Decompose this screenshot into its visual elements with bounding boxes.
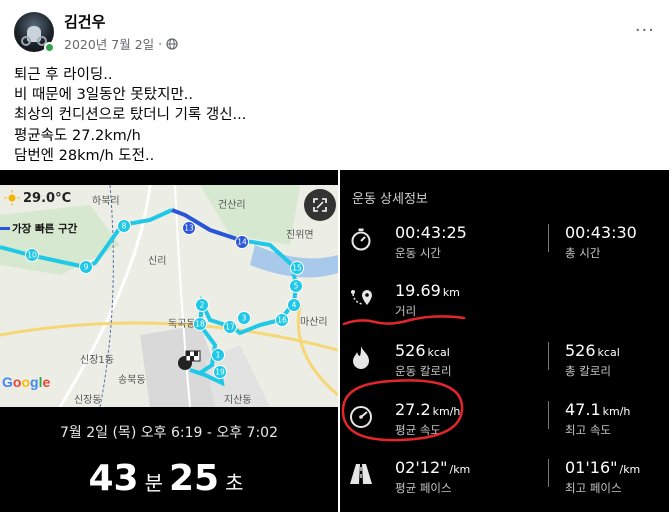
speedometer-icon — [350, 406, 372, 428]
svg-text:하북리: 하북리 — [92, 194, 120, 207]
waypoint-number: 8 — [122, 222, 127, 231]
road-icon — [350, 464, 372, 484]
stopwatch-icon — [351, 228, 371, 251]
fastest-segment-text: 가장 빠른 구간 — [12, 223, 78, 235]
author-name[interactable]: 김건우 — [64, 11, 105, 32]
max-speed-value: 47.1 km/h — [565, 400, 631, 419]
divider — [548, 342, 549, 370]
flame-icon — [353, 346, 369, 369]
map-screenshot[interactable]: 하북리 건산리 진위면 신리 마산리 독곡동 신장1동 송북동 지산동 신장동 … — [0, 170, 338, 512]
total-calories-value: 526 kcal — [565, 341, 620, 360]
divider — [548, 459, 549, 487]
max-speed-label: 최고 속도 — [565, 423, 611, 437]
public-globe-icon — [166, 37, 178, 50]
post-header: 김건우 2020년 7월 2일 · ··· — [0, 0, 669, 58]
detail-row-distance: 19.69 km 거리 — [340, 278, 669, 328]
google-logo: Google — [2, 374, 51, 390]
svg-text:신장1동: 신장1동 — [80, 354, 114, 366]
post-line: 평균속도 27.2km/h — [14, 127, 141, 144]
expand-icon — [313, 198, 327, 212]
avg-speed-label: 평균 속도 — [395, 423, 441, 437]
waypoint-number: 4 — [292, 301, 297, 310]
svg-text:건산리: 건산리 — [218, 199, 246, 211]
detail-row-speed: 27.2 km/h 평균 속도 47.1 km/h 최고 속도 — [340, 397, 669, 447]
post-line: 비 때문에 3일동안 못탔지만.. — [14, 87, 194, 104]
avg-speed-value: 27.2 km/h — [395, 400, 461, 419]
fastest-segment-label: 가장 빠른 구간 — [0, 221, 77, 236]
svg-text:마산리: 마산리 — [300, 316, 328, 328]
workout-time-label: 운동 시간 — [395, 246, 441, 260]
waypoint-number: 14 — [237, 238, 247, 247]
weather-sun-icon — [4, 190, 20, 206]
waypoint-number: 18 — [195, 320, 205, 329]
detail-row-calories: 526 kcal 운동 칼로리 526 kcal 총 칼로리 — [340, 338, 669, 388]
divider — [548, 224, 549, 252]
best-pace-value: 01'16"/km — [565, 458, 641, 477]
distance-label: 거리 — [395, 304, 417, 318]
waypoint-number: 16 — [277, 316, 287, 325]
divider — [548, 401, 549, 429]
waypoint-number: 1 — [216, 351, 221, 360]
route-map: 하북리 건산리 진위면 신리 마산리 독곡동 신장1동 송북동 지산동 신장동 … — [0, 185, 338, 407]
svg-text:신리: 신리 — [148, 255, 166, 267]
workout-calories-label: 운동 칼로리 — [395, 364, 452, 378]
more-options-button[interactable]: ··· — [635, 20, 655, 41]
post-images: 하북리 건산리 진위면 신리 마산리 독곡동 신장1동 송북동 지산동 신장동 … — [0, 170, 669, 512]
best-pace-label: 최고 페이스 — [565, 481, 622, 495]
online-status-dot — [44, 42, 55, 53]
post-line: 퇴근 후 라이딩.. — [14, 67, 113, 83]
duration-seconds: 25 — [169, 458, 220, 499]
ride-duration: 43 분 25 초 — [0, 458, 338, 499]
workout-details-screenshot[interactable]: 운동 상세정보 00:43:25 운동 시간 00:43:30 총 시간 19.… — [340, 170, 669, 512]
temperature-value: 29.0°C — [23, 190, 72, 206]
svg-text:지산동: 지산동 — [224, 394, 252, 406]
post-line: 담번엔 28km/h 도전.. — [14, 147, 155, 164]
avg-pace-value: 02'12"/km — [395, 458, 471, 477]
total-time-label: 총 시간 — [565, 246, 601, 260]
workout-time-value: 00:43:25 — [395, 223, 467, 242]
avg-pace-label: 평균 페이스 — [395, 481, 452, 495]
waypoint-number: 9 — [84, 263, 89, 272]
workout-calories-value: 526 kcal — [395, 341, 450, 360]
svg-text:송북동: 송북동 — [118, 374, 146, 386]
post-meta: 2020년 7월 2일 · — [64, 34, 178, 53]
waypoint-number: 2 — [200, 301, 205, 310]
waypoint-number: 5 — [294, 282, 299, 291]
duration-seconds-unit: 초 — [225, 471, 244, 495]
waypoint-number: 13 — [184, 224, 194, 233]
map-graphic: 하북리 건산리 진위면 신리 마산리 독곡동 신장1동 송북동 지산동 신장동 … — [0, 185, 338, 407]
svg-text:독곡동: 독곡동 — [168, 318, 196, 330]
details-title: 운동 상세정보 — [352, 192, 428, 207]
detail-row-time: 00:43:25 운동 시간 00:43:30 총 시간 — [340, 220, 669, 270]
waypoint-number: 17 — [225, 323, 235, 332]
ride-date-range: 7월 2일 (목) 오후 6:19 - 오후 7:02 — [60, 425, 278, 441]
waypoint-number: 10 — [27, 251, 37, 260]
waypoint-number: 19 — [215, 368, 225, 377]
total-calories-label: 총 칼로리 — [565, 364, 611, 378]
total-time-value: 00:43:30 — [565, 223, 637, 242]
duration-minutes: 43 — [88, 458, 139, 499]
distance-value: 19.69 km — [395, 281, 460, 300]
post-date[interactable]: 2020년 7월 2일 — [64, 34, 154, 53]
weather-temperature: 29.0°C — [4, 190, 71, 206]
waypoint-number: 15 — [292, 264, 302, 273]
route-icon — [351, 290, 372, 305]
waypoint-number: 3 — [242, 314, 247, 323]
duration-minutes-unit: 분 — [144, 471, 163, 495]
detail-row-pace: 02'12"/km 평균 페이스 01'16"/km 최고 페이스 — [340, 455, 669, 505]
svg-text:신장동: 신장동 — [74, 394, 102, 406]
post-line: 최상의 컨디션으로 탔더니 기록 갱신... — [14, 107, 247, 124]
fullscreen-button[interactable] — [304, 189, 336, 221]
svg-text:진위면: 진위면 — [286, 228, 314, 241]
post-body: 퇴근 후 라이딩.. 비 때문에 3일동안 못탔지만.. 최상의 컨디션으로 탔… — [14, 65, 654, 166]
